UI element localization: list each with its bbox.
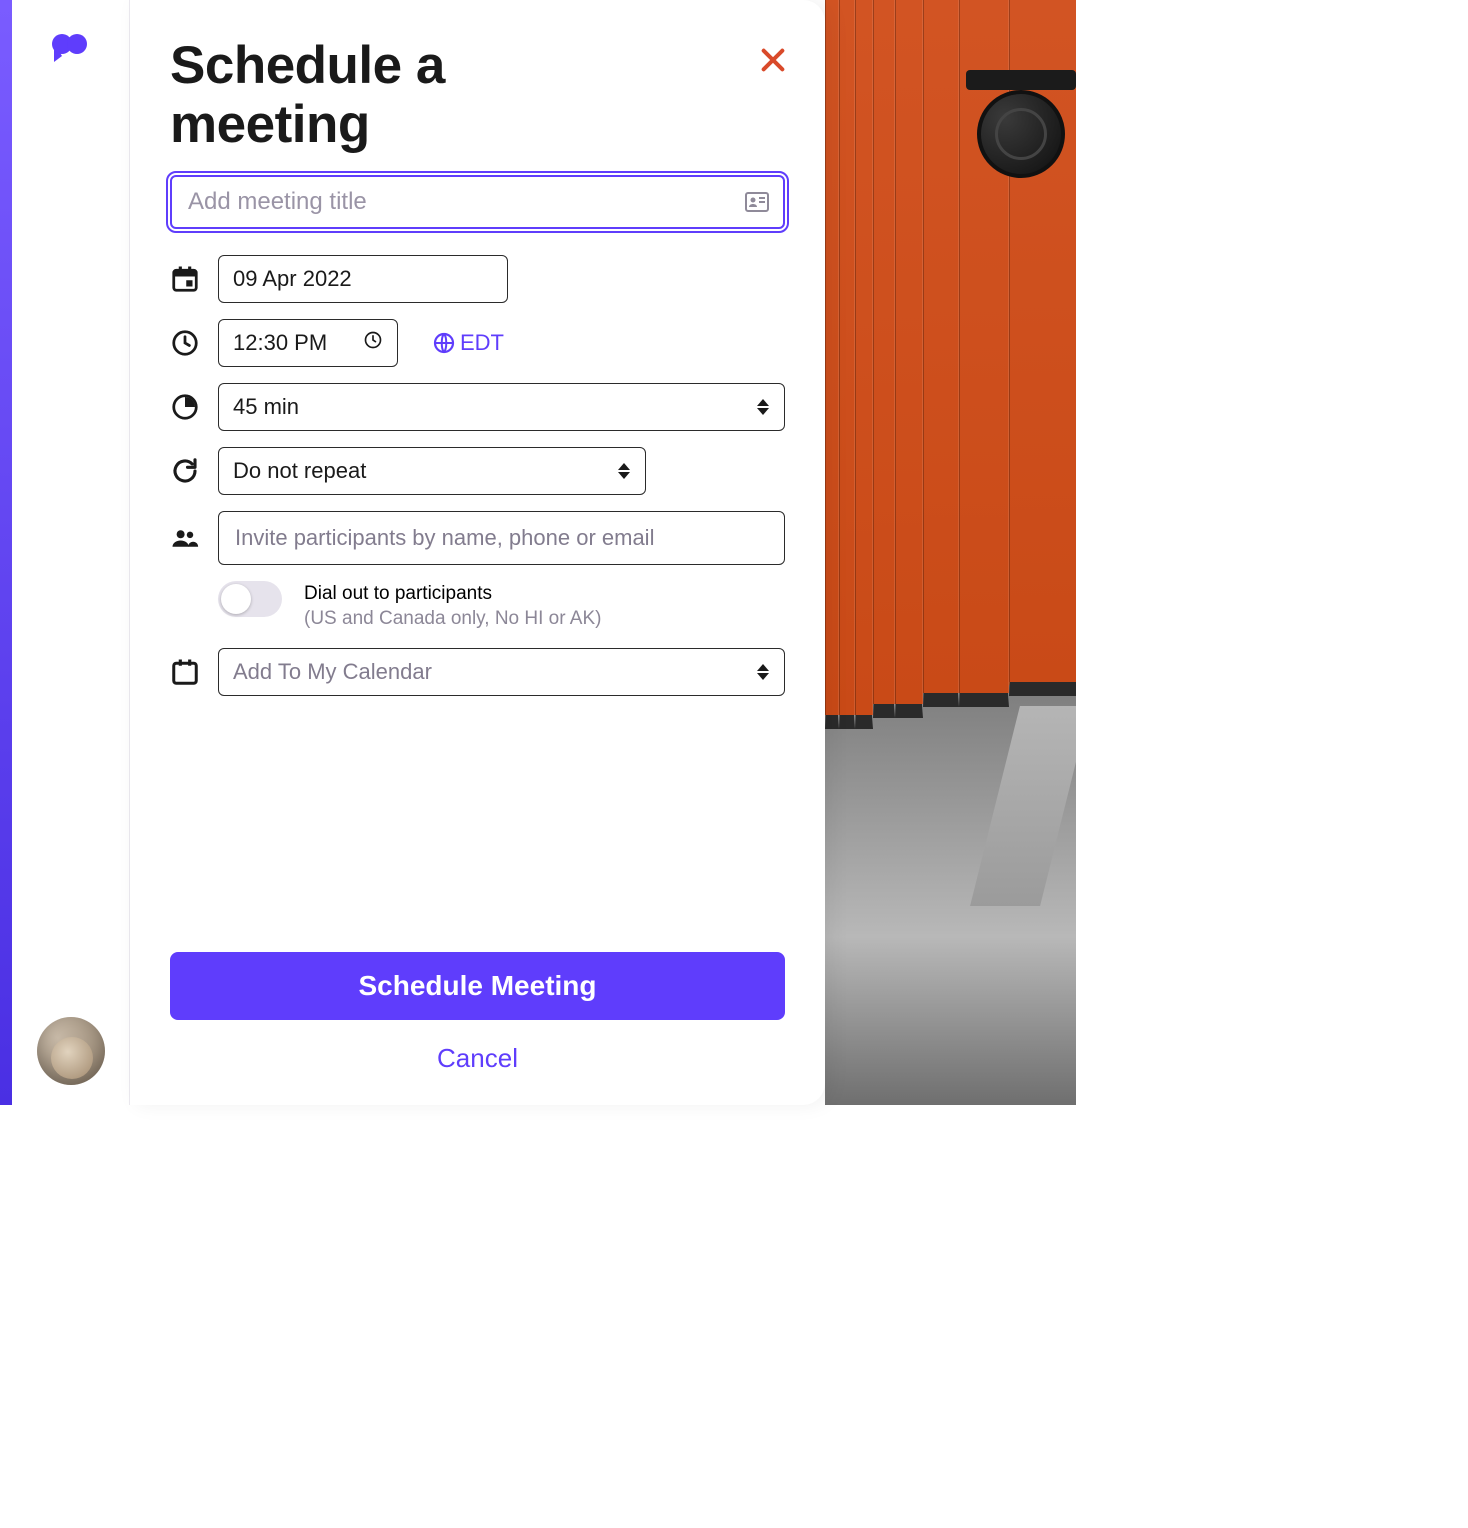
close-icon bbox=[757, 44, 789, 76]
participants-icon bbox=[170, 523, 200, 553]
cancel-button[interactable]: Cancel bbox=[170, 1042, 785, 1075]
close-button[interactable] bbox=[757, 44, 789, 76]
lantern-decor bbox=[966, 70, 1076, 200]
id-card-icon bbox=[745, 192, 769, 212]
background-photo bbox=[825, 0, 1076, 1105]
repeat-value: Do not repeat bbox=[233, 458, 366, 484]
purple-background-strip bbox=[0, 0, 12, 1105]
timezone-button[interactable]: EDT bbox=[432, 330, 504, 356]
select-arrows-icon bbox=[617, 463, 631, 479]
schedule-meeting-button[interactable]: Schedule Meeting bbox=[170, 952, 785, 1020]
sidebar bbox=[12, 0, 130, 1105]
invite-input[interactable] bbox=[233, 524, 770, 552]
repeat-select[interactable]: Do not repeat bbox=[218, 447, 646, 495]
page-title: Schedule a meeting bbox=[170, 36, 590, 155]
clock-icon bbox=[170, 328, 200, 358]
avatar[interactable] bbox=[37, 1017, 105, 1085]
dialout-label-group: Dial out to participants (US and Canada … bbox=[304, 581, 601, 632]
dialout-label: Dial out to participants bbox=[304, 581, 601, 607]
globe-icon bbox=[432, 331, 456, 355]
date-value: 09 Apr 2022 bbox=[233, 266, 352, 292]
repeat-icon bbox=[170, 456, 200, 486]
calendar-outline-icon bbox=[170, 657, 200, 687]
duration-icon bbox=[170, 392, 200, 422]
invite-field[interactable] bbox=[218, 511, 785, 565]
meeting-title-input[interactable] bbox=[186, 187, 745, 217]
time-field[interactable]: 12:30 PM bbox=[218, 319, 398, 367]
dialout-sublabel: (US and Canada only, No HI or AK) bbox=[304, 606, 601, 632]
meeting-title-field[interactable] bbox=[170, 175, 785, 229]
date-field[interactable]: 09 Apr 2022 bbox=[218, 255, 508, 303]
add-to-calendar-select[interactable]: Add To My Calendar bbox=[218, 648, 785, 696]
duration-select[interactable]: 45 min bbox=[218, 383, 785, 431]
schedule-meeting-panel: Schedule a meeting 09 Apr 2022 12:30 PM bbox=[130, 0, 825, 1105]
calendar-icon bbox=[170, 264, 200, 294]
timezone-label: EDT bbox=[460, 330, 504, 356]
time-value: 12:30 PM bbox=[233, 330, 327, 356]
dialout-toggle[interactable] bbox=[218, 581, 282, 617]
app-logo-icon bbox=[51, 32, 91, 62]
clock-small-icon bbox=[363, 330, 383, 356]
select-arrows-icon bbox=[756, 664, 770, 680]
duration-value: 45 min bbox=[233, 394, 299, 420]
calendar-value: Add To My Calendar bbox=[233, 659, 432, 685]
select-arrows-icon bbox=[756, 399, 770, 415]
